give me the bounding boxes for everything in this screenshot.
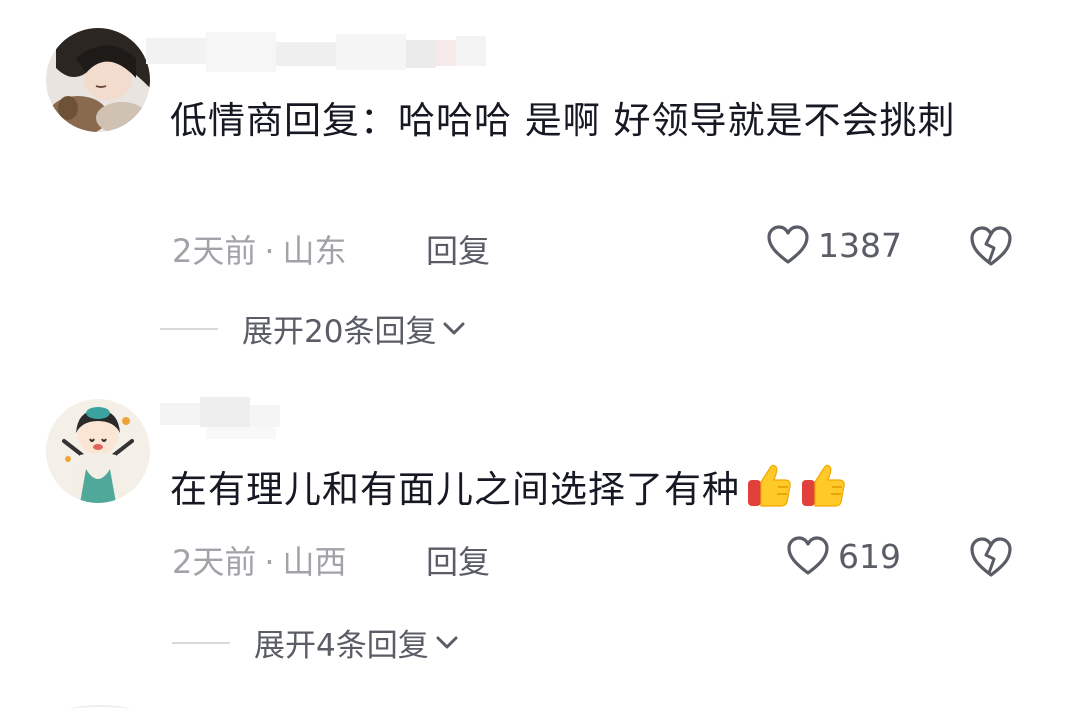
username-blurred[interactable] <box>146 32 486 72</box>
thumbs-up-emoji-icon <box>744 460 794 527</box>
comment-text: 在有理儿和有面儿之间选择了有种 <box>170 460 1010 527</box>
expand-replies-label: 展开20条回复 <box>242 314 437 350</box>
username-blurred[interactable] <box>146 397 286 439</box>
comment-text-content: 在有理儿和有面儿之间选择了有种 <box>170 468 740 511</box>
comment-time: 2天前 <box>172 543 257 581</box>
divider-line <box>172 641 230 644</box>
broken-heart-icon <box>970 226 1012 266</box>
like-count: 1387 <box>818 225 902 265</box>
heart-outline-icon <box>767 225 809 264</box>
like-button[interactable]: 619 <box>786 535 901 577</box>
comment-location: 山东 <box>282 232 347 270</box>
user-avatar[interactable] <box>46 28 150 132</box>
divider-line <box>160 327 218 330</box>
expand-replies-button[interactable]: 展开4条回复 <box>172 620 459 665</box>
comment-item: 低情商回复：哈哈哈 是啊 好领导就是不会挑刺 2天前 · 山东 回复 1387 展开… <box>0 0 1070 375</box>
like-button[interactable]: 1387 <box>766 224 902 266</box>
thumbs-up-emoji-icon <box>798 460 848 527</box>
comment-item: 在有理儿和有面儿之间选择了有种 2天前 · 山西 回复 619 展开4条回复 <box>0 375 1070 713</box>
expand-replies-label: 展开4条回复 <box>254 628 429 664</box>
comment-meta: 2天前 · 山东 <box>172 226 347 272</box>
chevron-down-icon <box>436 636 458 648</box>
reply-button[interactable]: 回复 <box>426 226 490 272</box>
avatar-girl-photo-icon <box>46 28 150 132</box>
comment-time: 2天前 <box>172 232 257 270</box>
next-avatar-edge <box>70 705 130 713</box>
user-avatar[interactable] <box>46 399 150 503</box>
comment-meta: 2天前 · 山西 <box>172 537 347 583</box>
dislike-button[interactable] <box>968 535 1014 583</box>
like-count: 619 <box>838 536 901 576</box>
comment-location: 山西 <box>282 543 347 581</box>
chevron-down-icon <box>443 322 465 334</box>
comment-text: 低情商回复：哈哈哈 是啊 好领导就是不会挑刺 <box>170 99 956 142</box>
dislike-button[interactable] <box>968 224 1014 272</box>
broken-heart-icon <box>970 537 1012 577</box>
comment-list: 低情商回复：哈哈哈 是啊 好领导就是不会挑刺 2天前 · 山东 回复 1387 展开… <box>0 0 1070 713</box>
meta-separator: · <box>264 543 275 581</box>
avatar-cartoon-girl-icon <box>46 399 150 503</box>
reply-button[interactable]: 回复 <box>426 537 490 583</box>
expand-replies-button[interactable]: 展开20条回复 <box>160 306 466 351</box>
meta-separator: · <box>264 232 275 270</box>
heart-outline-icon <box>787 536 829 575</box>
